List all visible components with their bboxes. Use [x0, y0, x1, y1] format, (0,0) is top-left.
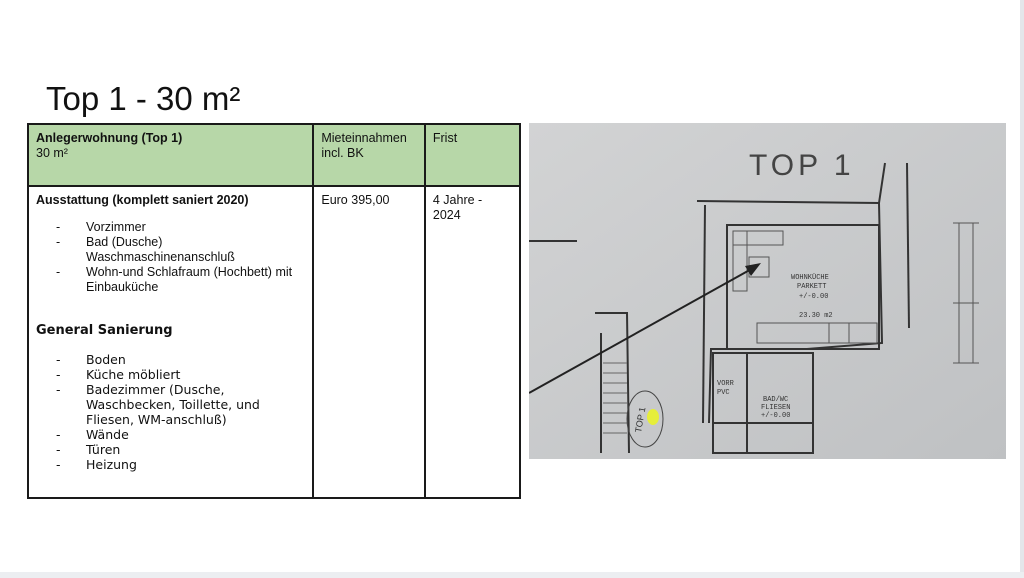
cell-term: 4 Jahre - 2024 — [423, 185, 522, 499]
frame-right — [1020, 0, 1024, 578]
list-item: Boden — [36, 352, 305, 367]
list-item: Badezimmer (Dusche, Waschbecken, Toillet… — [36, 382, 305, 427]
table-row: Ausstattung (komplett saniert 2020) Vorz… — [26, 185, 522, 499]
cell-equipment: Ausstattung (komplett saniert 2020) Vorz… — [26, 185, 315, 499]
apartment-size: 30 m² — [36, 146, 68, 160]
header-cell-apartment: Anlegerwohnung (Top 1) 30 m² — [26, 123, 315, 187]
list-item: Küche möbliert — [36, 367, 305, 382]
list-item: Wände — [36, 427, 305, 442]
kitchen-floor-label: PARKETT — [797, 283, 826, 291]
renovation-list: Boden Küche möbliert Badezimmer (Dusche,… — [36, 352, 305, 472]
page-title: Top 1 - 30 m² — [46, 80, 241, 118]
frame-bottom — [0, 572, 1024, 578]
equipment-title: Ausstattung (komplett saniert 2020) — [36, 193, 249, 207]
kitchen-label: WOHNKÜCHE — [791, 273, 829, 282]
bath-floor-label: FLIESEN — [761, 404, 790, 412]
list-item: Vorzimmer — [36, 220, 305, 235]
cell-rent: Euro 395,00 — [312, 185, 426, 499]
table-header-row: Anlegerwohnung (Top 1) 30 m² Mieteinnahm… — [26, 123, 522, 187]
hall-label: VORR — [717, 380, 735, 388]
list-item: Heizung — [36, 457, 305, 472]
header-cell-term: Frist — [423, 123, 522, 187]
floor-plan-image: TOP 1 WOHNKÜCHE PARKETT +/-0.00 23.30 m2… — [529, 123, 1006, 459]
apartment-table: Anlegerwohnung (Top 1) 30 m² Mieteinnahm… — [26, 123, 522, 499]
kitchen-area-label: 23.30 m2 — [799, 312, 833, 320]
list-item: Türen — [36, 442, 305, 457]
renovation-title: General Sanierung — [36, 323, 173, 338]
hall-floor-label: PVC — [717, 389, 730, 397]
list-item: Bad (Dusche) Waschmaschinenanschluß — [36, 235, 305, 265]
bath-level-label: +/-0.00 — [761, 412, 790, 420]
plan-label-top: TOP 1 — [749, 149, 855, 182]
apartment-name: Anlegerwohnung (Top 1) — [36, 131, 183, 145]
header-cell-rent: Mieteinnahmen incl. BK — [312, 123, 426, 187]
marker-highlight — [647, 409, 659, 425]
bath-label: BAD/WC — [763, 396, 788, 404]
floor-plan-drawing: TOP 1 WOHNKÜCHE PARKETT +/-0.00 23.30 m2… — [529, 123, 1006, 459]
equipment-list: Vorzimmer Bad (Dusche) Waschmaschinenans… — [36, 220, 305, 295]
kitchen-level-label: +/-0.00 — [799, 293, 828, 301]
list-item: Wohn-und Schlafraum (Hochbett) mit Einba… — [36, 265, 305, 295]
